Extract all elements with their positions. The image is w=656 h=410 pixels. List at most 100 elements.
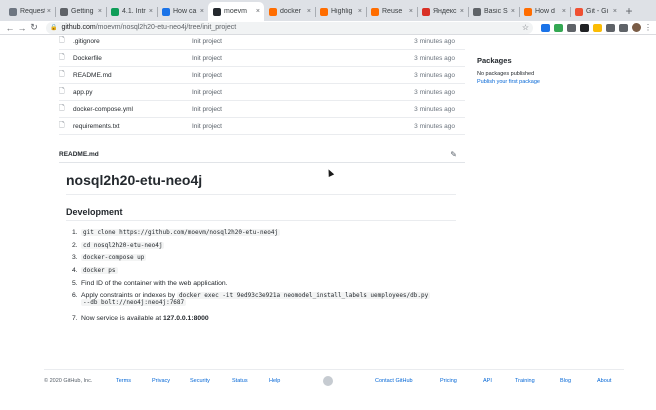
tab-close-icon[interactable]: × [613, 8, 617, 15]
file-name-link[interactable]: requirements.txt [73, 123, 192, 130]
step-content: cd nosql2h20-etu-neo4j [81, 241, 165, 249]
footer-link[interactable]: Training [515, 378, 535, 384]
file-row[interactable]: 🗋 requirements.txt Init project 3 minutes a… [59, 118, 465, 135]
tab-close-icon[interactable]: × [149, 8, 153, 15]
extension-icon[interactable] [580, 23, 589, 32]
tab-favicon-icon [320, 7, 328, 16]
browser-tab[interactable]: How ca × [157, 2, 208, 21]
tab-close-icon[interactable]: × [511, 8, 515, 15]
step-text: Apply constraints or indexes by [81, 292, 177, 300]
file-name-link[interactable]: app.py [73, 89, 192, 96]
browser-tab[interactable]: Git - Gi × [570, 2, 621, 21]
browser-tab[interactable]: Getting × [55, 2, 106, 21]
step-code: cd nosql2h20-etu-neo4j [81, 241, 165, 249]
back-icon[interactable]: ← [4, 23, 16, 33]
bookmark-star-icon[interactable]: ☆ [522, 23, 529, 32]
file-name-link[interactable]: Dockerfile [73, 55, 192, 62]
extension-icon[interactable] [554, 23, 563, 32]
forward-icon[interactable]: → [16, 23, 28, 33]
tab-favicon-icon [371, 7, 379, 16]
commit-message-link[interactable]: Init project [192, 123, 342, 130]
github-logo-icon[interactable] [323, 376, 333, 386]
step-number: 1. [72, 228, 78, 236]
step-number: 7. [72, 315, 78, 323]
commit-age: 3 minutes ago [414, 54, 455, 62]
commit-message-link[interactable]: Init project [192, 72, 342, 79]
footer-link[interactable]: Security [190, 378, 210, 384]
file-row[interactable]: 🗋 app.py Init project 3 minutes ago [59, 84, 465, 101]
browser-tab[interactable]: Reuse × [366, 2, 417, 21]
url-path: /moevm/nosql2h20-etu-neo4j/tree/init_pro… [95, 24, 237, 31]
readme-header: README.md ✎ [59, 146, 465, 162]
step-text: Now service is available at [81, 315, 163, 323]
readme-title: nosql2h20-etu-neo4j [66, 172, 456, 195]
footer-link[interactable]: Blog [560, 378, 571, 384]
footer-link[interactable]: Status [232, 378, 248, 384]
commit-message-link[interactable]: Init project [192, 38, 342, 45]
tab-close-icon[interactable]: × [47, 8, 51, 15]
browser-tab[interactable]: Request × [4, 2, 55, 21]
profile-avatar[interactable] [632, 23, 641, 32]
extension-icon[interactable] [541, 23, 550, 32]
address-bar[interactable]: 🔒 github.com/moevm/nosql2h20-etu-neo4j/t… [46, 21, 533, 34]
commit-message-link[interactable]: Init project [192, 106, 342, 113]
publish-package-link[interactable]: Publish your first package [477, 79, 637, 85]
tab-title: How d [535, 8, 555, 15]
commit-age: 3 minutes ago [414, 88, 455, 96]
tab-favicon-icon [575, 7, 583, 16]
extension-icon[interactable] [567, 23, 576, 32]
tab-close-icon[interactable]: × [98, 8, 102, 15]
file-row[interactable]: 🗋 Dockerfile Init project 3 minutes ago [59, 50, 465, 67]
footer-link[interactable]: Terms [116, 378, 131, 384]
step-number: 4. [72, 266, 78, 274]
browser-tab[interactable]: 4.1. Intr × [106, 2, 157, 21]
tab-close-icon[interactable]: × [200, 8, 204, 15]
browser-tab[interactable]: Basic S × [468, 2, 519, 21]
file-row[interactable]: 🗋 README.md Init project 3 minutes ago [59, 67, 465, 84]
footer-link[interactable]: Privacy [152, 378, 170, 384]
readme-section-heading: Development [66, 207, 456, 221]
tab-favicon-icon [269, 7, 277, 16]
file-row[interactable]: 🗋 docker-compose.yml Init project 3 minutes… [59, 101, 465, 118]
extension-icon[interactable] [593, 23, 602, 32]
file-icon: 🗋 [59, 121, 65, 129]
readme-divider [59, 162, 465, 163]
commit-message-link[interactable]: Init project [192, 89, 342, 96]
tab-title: 4.1. Intr [122, 8, 146, 15]
step-code: docker ps [81, 266, 118, 274]
file-row[interactable]: 🗋 .gitignore Init project 3 minutes ago [59, 33, 465, 50]
footer-link[interactable]: Help [269, 378, 280, 384]
commit-message-link[interactable]: Init project [192, 55, 342, 62]
extension-icon[interactable] [606, 23, 615, 32]
footer-link[interactable]: API [483, 378, 492, 384]
pencil-icon[interactable]: ✎ [450, 150, 465, 159]
list-item: 3. docker-compose up [72, 251, 472, 264]
reload-icon[interactable]: ↻ [28, 22, 40, 33]
tab-close-icon[interactable]: × [256, 8, 260, 15]
footer-link[interactable]: Contact GitHub [375, 378, 413, 384]
tab-close-icon[interactable]: × [562, 8, 566, 15]
commit-age: 3 minutes ago [414, 105, 455, 113]
footer-link[interactable]: Pricing [440, 378, 457, 384]
tab-close-icon[interactable]: × [307, 8, 311, 15]
extension-icon[interactable] [619, 23, 628, 32]
list-item: 5. Find ID of the container with the web … [72, 277, 472, 290]
file-name-link[interactable]: README.md [73, 72, 192, 79]
tab-close-icon[interactable]: × [409, 8, 413, 15]
new-tab-icon[interactable]: + [621, 2, 637, 21]
browser-tab[interactable]: moevm × [208, 2, 264, 21]
browser-tab[interactable]: How d × [519, 2, 570, 21]
tab-close-icon[interactable]: × [358, 8, 362, 15]
footer-link[interactable]: About [597, 378, 611, 384]
browser-menu-icon[interactable]: ⋮ [644, 23, 652, 32]
packages-heading[interactable]: Packages [477, 56, 637, 65]
file-name-link[interactable]: .gitignore [73, 38, 192, 45]
step-content: Now service is available at 127.0.0.1:80… [81, 315, 209, 322]
step-bold-text: 127.0.0.1:8000 [162, 315, 209, 323]
browser-tab[interactable]: Highlig × [315, 2, 366, 21]
list-item: 4. docker ps [72, 264, 472, 277]
browser-tab[interactable]: docker × [264, 2, 315, 21]
browser-tab[interactable]: Яндекс × [417, 2, 468, 21]
tab-close-icon[interactable]: × [460, 8, 464, 15]
file-name-link[interactable]: docker-compose.yml [73, 106, 192, 113]
